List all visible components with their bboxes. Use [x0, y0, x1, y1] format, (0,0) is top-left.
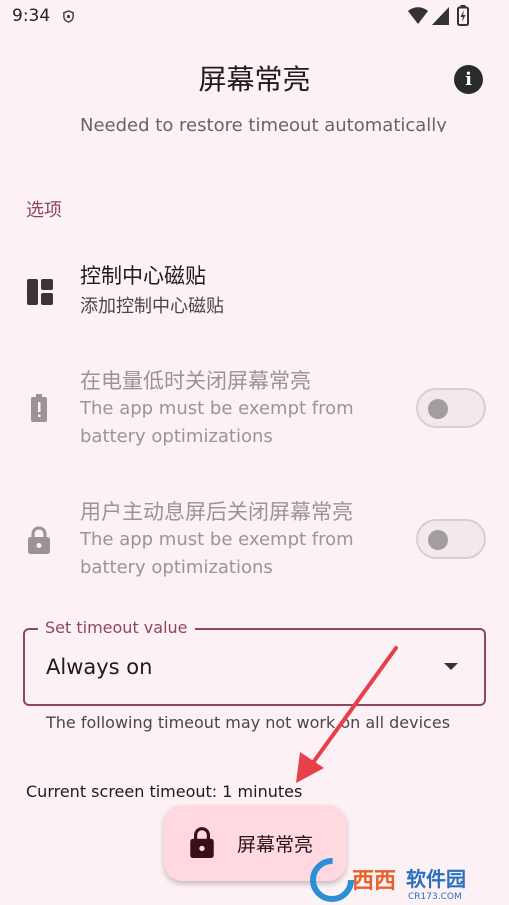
battery-option-title: 在电量低时关闭屏幕常亮 — [80, 369, 311, 393]
lock-option-subtitle-1: The app must be exempt from — [80, 529, 354, 550]
battery-alert-icon — [31, 394, 47, 422]
status-time: 9:34 — [12, 6, 51, 26]
fab-label: 屏幕常亮 — [237, 834, 314, 856]
dropdown-arrow-icon[interactable] — [444, 663, 458, 670]
lock-icon — [28, 526, 50, 554]
section-header: 选项 — [26, 200, 62, 221]
wifi-icon — [408, 7, 428, 24]
svg-text:软件园: 软件园 — [406, 867, 466, 891]
switch-knob — [428, 530, 448, 550]
battery-option-switch[interactable] — [416, 388, 486, 428]
timeout-select-label: Set timeout value — [38, 618, 195, 637]
signal-icon — [432, 7, 449, 25]
lock-option-subtitle-2: battery optimizations — [80, 557, 273, 578]
switch-knob — [428, 399, 448, 419]
annotation-arrow — [296, 646, 398, 783]
lock-option-title: 用户主动息屏后关闭屏幕常亮 — [80, 500, 353, 524]
scrolled-text-clip: Needed to restore timeout automatically — [80, 108, 500, 132]
dashboard-tile-icon — [27, 279, 53, 305]
lock-icon — [190, 827, 214, 858]
lock-option-switch[interactable] — [416, 519, 486, 559]
page-title: 屏幕常亮 — [198, 63, 311, 96]
clipped-description: Needed to restore timeout automatically — [80, 115, 447, 132]
battery-option-subtitle-2: battery optimizations — [80, 426, 273, 447]
tile-subtitle: 添加控制中心磁贴 — [80, 296, 224, 317]
watermark-logo: 西西 软件园 CR173.COM — [310, 858, 466, 902]
vpn-shield-icon — [63, 10, 74, 23]
battery-option-subtitle-1: The app must be exempt from — [80, 398, 354, 419]
current-timeout-text: Current screen timeout: 1 minutes — [26, 782, 303, 801]
info-icon[interactable]: i — [454, 65, 483, 94]
battery-charging-icon — [457, 5, 469, 26]
svg-text:西西: 西西 — [352, 869, 396, 894]
svg-text:CR173.COM: CR173.COM — [408, 892, 462, 902]
tile-title: 控制中心磁贴 — [80, 264, 206, 288]
timeout-helper-text: The following timeout may not work on al… — [46, 713, 451, 732]
timeout-select-value: Always on — [46, 655, 153, 679]
tile-row[interactable] — [0, 245, 509, 325]
